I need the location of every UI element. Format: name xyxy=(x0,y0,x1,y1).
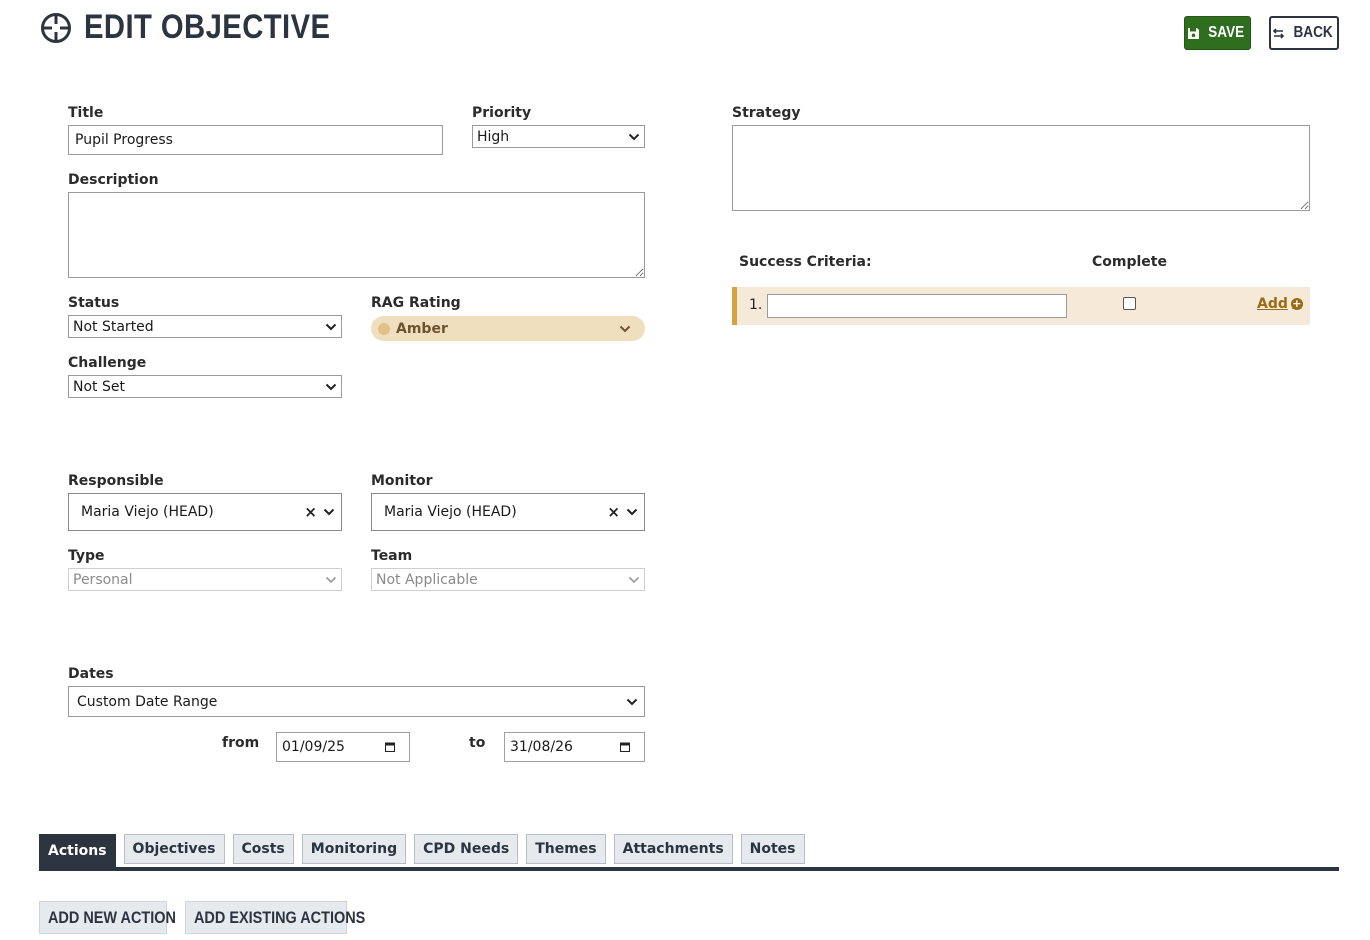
tab-cpd-needs[interactable]: CPD Needs xyxy=(414,834,519,864)
from-date-value: 01/09/25 xyxy=(282,739,345,755)
date-range-select[interactable]: Custom Date Range xyxy=(68,686,645,717)
tab-underline xyxy=(39,867,1339,871)
add-existing-actions-button[interactable]: ADD EXISTING ACTIONS xyxy=(185,901,365,934)
type-label: Type xyxy=(68,548,105,564)
criteria-input[interactable] xyxy=(767,294,1067,318)
team-select: Not Applicable xyxy=(371,568,645,591)
chevron-down-icon[interactable] xyxy=(323,508,335,516)
challenge-select[interactable]: Not Set xyxy=(68,375,342,398)
priority-value: High xyxy=(477,128,510,145)
team-value: Not Applicable xyxy=(376,571,478,588)
from-label: from xyxy=(222,735,260,751)
add-new-action-button[interactable]: ADD NEW ACTION xyxy=(39,901,176,934)
return-arrows-icon xyxy=(1272,27,1285,39)
criteria-number: 1. xyxy=(749,297,763,313)
chevron-down-icon xyxy=(325,576,337,583)
add-existing-actions-label: ADD EXISTING ACTIONS xyxy=(194,907,366,927)
save-icon xyxy=(1188,27,1200,39)
from-date-input[interactable]: 01/09/25 xyxy=(276,732,410,762)
success-criteria-row: 1. Add + xyxy=(732,287,1310,325)
tab-themes[interactable]: Themes xyxy=(526,834,606,864)
clear-icon[interactable]: × xyxy=(304,503,317,521)
tab-actions[interactable]: Actions xyxy=(39,834,116,868)
clear-icon[interactable]: × xyxy=(607,503,620,521)
tab-attachments[interactable]: Attachments xyxy=(613,834,733,864)
strategy-label: Strategy xyxy=(732,105,801,121)
responsible-value: Maria Viejo (HEAD) xyxy=(81,504,214,520)
tab-costs[interactable]: Costs xyxy=(232,834,294,864)
title-value: Pupil Progress xyxy=(75,132,173,148)
calendar-icon[interactable] xyxy=(385,742,395,752)
strategy-textarea[interactable] xyxy=(732,125,1310,211)
rag-rating-value: Amber xyxy=(396,320,448,337)
monitor-select[interactable]: Maria Viejo (HEAD) × xyxy=(371,493,645,531)
tab-strip: Actions Objectives Costs Monitoring CPD … xyxy=(39,834,805,868)
crosshair-icon xyxy=(41,13,71,43)
monitor-value: Maria Viejo (HEAD) xyxy=(384,504,517,520)
responsible-label: Responsible xyxy=(68,473,164,489)
priority-label: Priority xyxy=(472,105,532,121)
title-label: Title xyxy=(68,105,104,121)
type-value: Personal xyxy=(73,571,133,588)
to-date-input[interactable]: 31/08/26 xyxy=(504,732,645,762)
back-button[interactable]: BACK xyxy=(1269,16,1339,50)
rag-rating-label: RAG Rating xyxy=(371,295,461,311)
challenge-value: Not Set xyxy=(73,378,125,395)
chevron-down-icon xyxy=(619,325,631,332)
chevron-down-icon xyxy=(626,698,638,705)
challenge-label: Challenge xyxy=(68,355,147,371)
chevron-down-icon xyxy=(628,576,640,583)
page-title: EDIT OBJECTIVE xyxy=(84,8,331,46)
team-label: Team xyxy=(371,548,413,564)
chevron-down-icon xyxy=(325,383,337,390)
to-date-value: 31/08/26 xyxy=(510,739,573,755)
complete-checkbox[interactable] xyxy=(1123,297,1136,310)
status-select[interactable]: Not Started xyxy=(68,315,342,338)
date-range-value: Custom Date Range xyxy=(77,693,218,710)
calendar-icon[interactable] xyxy=(620,742,630,752)
priority-select[interactable]: High xyxy=(472,125,645,148)
back-label: BACK xyxy=(1293,24,1333,41)
description-label: Description xyxy=(68,172,159,188)
add-new-action-label: ADD NEW ACTION xyxy=(48,907,176,927)
complete-column-label: Complete xyxy=(1092,254,1167,270)
status-value: Not Started xyxy=(73,318,154,335)
monitor-label: Monitor xyxy=(371,473,433,489)
dates-label: Dates xyxy=(68,666,114,682)
add-criteria-link[interactable]: Add + xyxy=(1257,296,1303,312)
status-label: Status xyxy=(68,295,120,311)
chevron-down-icon xyxy=(325,323,337,330)
rag-rating-select[interactable]: Amber xyxy=(371,316,645,341)
plus-circle-icon: + xyxy=(1290,297,1303,310)
tab-objectives[interactable]: Objectives xyxy=(123,834,225,864)
success-criteria-label: Success Criteria: xyxy=(739,254,872,270)
tab-monitoring[interactable]: Monitoring xyxy=(301,834,407,864)
tab-notes[interactable]: Notes xyxy=(740,834,805,864)
description-textarea[interactable] xyxy=(68,192,645,278)
rag-status-dot xyxy=(378,322,390,335)
save-button[interactable]: SAVE xyxy=(1184,16,1251,50)
to-label: to xyxy=(469,735,486,751)
title-input[interactable]: Pupil Progress xyxy=(68,125,443,155)
chevron-down-icon[interactable] xyxy=(626,508,638,516)
chevron-down-icon xyxy=(628,133,640,140)
responsible-select[interactable]: Maria Viejo (HEAD) × xyxy=(68,493,342,531)
save-label: SAVE xyxy=(1208,24,1245,41)
add-label: Add xyxy=(1257,296,1288,312)
type-select: Personal xyxy=(68,568,342,591)
